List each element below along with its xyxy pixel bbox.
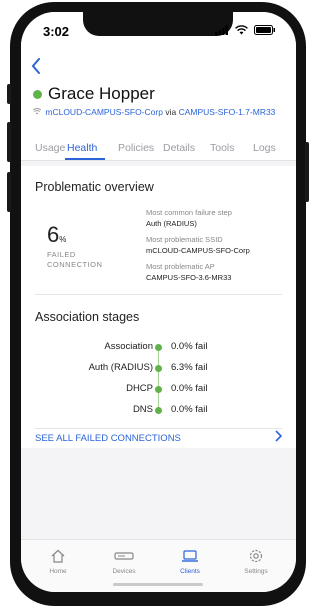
tab-logs[interactable]: Logs [253, 142, 276, 154]
gear-icon [231, 548, 281, 564]
stage-name: DHCP [126, 383, 153, 394]
see-all-row[interactable]: SEE ALL FAILED CONNECTIONS [21, 430, 296, 452]
bottom-tab-bar: Home Devices Clients Settings [21, 539, 296, 592]
common-failure-step-value: Auth (RADIUS) [146, 219, 197, 228]
tabbar-clients-label: Clients [180, 568, 200, 575]
stage-status-dot [155, 407, 162, 414]
stage-name: DNS [132, 404, 153, 415]
tab-usage[interactable]: Usage [35, 142, 65, 154]
status-time: 3:02 [43, 24, 70, 39]
failed-label-line2: CONNECTION [47, 260, 103, 269]
health-card: Problematic overview 6% FAILED CONNECTIO… [21, 166, 296, 448]
active-tab-indicator [65, 158, 105, 160]
tabbar-devices[interactable]: Devices [99, 548, 149, 575]
client-connection: mCLOUD-CAMPUS-SFO-Corp via CAMPUS-SFO-1.… [32, 106, 283, 119]
tabbar-home-label: Home [49, 568, 67, 575]
ssid-link[interactable]: mCLOUD-CAMPUS-SFO-Corp [45, 107, 163, 117]
stage-fail-value: 0.0% fail [171, 341, 208, 352]
failed-percentage: 6% [47, 222, 66, 248]
mute-switch [7, 84, 11, 104]
problematic-overview-title: Problematic overview [35, 180, 154, 194]
common-failure-step-label: Most common failure step [146, 208, 232, 217]
tabbar-home[interactable]: Home [33, 548, 83, 575]
ap-link[interactable]: CAMPUS-SFO-1.7-MR33 [179, 107, 276, 117]
failed-label-line1: FAILED [47, 250, 76, 259]
chevron-right-icon[interactable] [275, 430, 283, 445]
wifi-icon [235, 25, 248, 35]
tabbar-settings-label: Settings [244, 568, 268, 575]
section-divider [35, 428, 282, 429]
stage-name: Association [104, 341, 153, 352]
stage-connector-line [158, 348, 159, 411]
tab-policies[interactable]: Policies [118, 142, 154, 154]
client-name-row: Grace Hopper [33, 84, 155, 104]
status-bar: 3:02 [21, 12, 296, 50]
volume-up-button [7, 122, 11, 162]
notch [83, 12, 233, 36]
failed-value: 6 [47, 222, 60, 247]
signal-icon [215, 25, 228, 35]
association-stages-title: Association stages [35, 310, 140, 324]
stage-name: Auth (RADIUS) [88, 362, 153, 373]
power-button [305, 142, 309, 202]
failed-unit: % [59, 235, 67, 244]
stage-status-dot [155, 344, 162, 351]
see-all-failed-connections-link[interactable]: SEE ALL FAILED CONNECTIONS [35, 433, 181, 444]
stage-status-dot [155, 386, 162, 393]
problematic-ssid-value: mCLOUD-CAMPUS-SFO-Corp [146, 246, 250, 255]
battery-icon [254, 25, 275, 35]
back-button[interactable] [31, 56, 41, 78]
wifi-small-icon [32, 106, 43, 119]
problematic-ssid-label: Most problematic SSID [146, 235, 223, 244]
stage-fail-value: 0.0% fail [171, 404, 208, 415]
tab-health[interactable]: Health [67, 142, 97, 154]
chevron-left-icon [31, 58, 40, 74]
detail-tabs: Usage Health Policies Details Tools Logs [21, 138, 296, 161]
client-header: Grace Hopper mCLOUD-CAMPUS-SFO-Corp via … [21, 50, 296, 148]
problematic-ap-value: CAMPUS-SFO-3.6-MR33 [146, 273, 232, 282]
via-text: via [165, 107, 177, 117]
stage-fail-value: 6.3% fail [171, 362, 208, 373]
device-icon [99, 548, 149, 564]
stage-fail-value: 0.0% fail [171, 383, 208, 394]
online-status-dot [33, 89, 42, 99]
home-indicator [113, 583, 203, 586]
tabbar-clients[interactable]: Clients [165, 548, 215, 575]
failed-connection-label: FAILED CONNECTION [47, 250, 102, 270]
stage-status-dot [155, 365, 162, 372]
section-divider [35, 294, 282, 295]
volume-down-button [7, 172, 11, 212]
problematic-ap-label: Most problematic AP [146, 262, 215, 271]
client-name: Grace Hopper [48, 84, 155, 103]
status-icons [215, 25, 276, 35]
tabbar-devices-label: Devices [112, 568, 136, 575]
laptop-icon [165, 548, 215, 564]
tabbar-settings[interactable]: Settings [231, 548, 281, 575]
tab-details[interactable]: Details [163, 142, 195, 154]
app-screen: 3:02 Grace Hopper mCLOUD-CAMPUS-SFO-Corp… [21, 12, 296, 592]
tab-tools[interactable]: Tools [210, 142, 235, 154]
home-icon [33, 548, 83, 564]
